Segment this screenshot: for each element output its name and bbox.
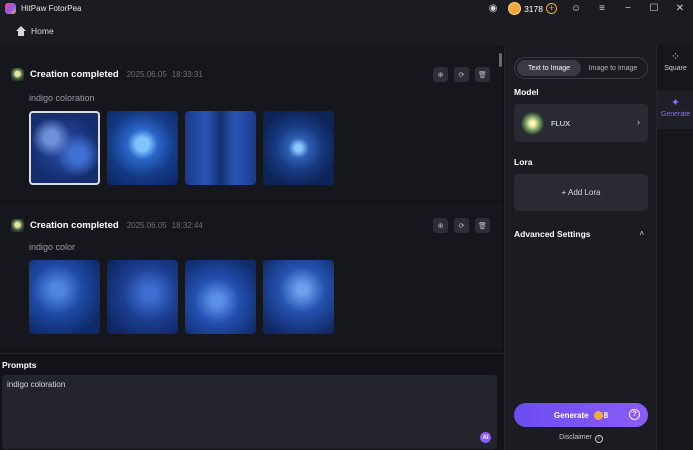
delete-icon[interactable]: 🗑 <box>475 67 490 82</box>
model-thumb-icon <box>11 68 24 81</box>
model-selector[interactable]: FLUX › <box>514 104 648 142</box>
creation-time: 18:33:31 <box>171 70 203 79</box>
generate-label: Generate <box>553 410 589 420</box>
result-image[interactable] <box>263 111 334 185</box>
credits-count: 3178 <box>524 3 543 14</box>
chevron-up-icon[interactable]: ˄ <box>639 229 644 238</box>
result-image[interactable] <box>29 260 100 334</box>
advanced-settings-toggle[interactable]: Advanced Settings <box>514 229 591 239</box>
help-icon[interactable]: ? <box>629 409 640 420</box>
model-label: Model <box>514 87 539 97</box>
rail-item-generate[interactable]: ✦ Generate <box>657 91 693 129</box>
disclaimer-link[interactable]: Disclaimer i <box>505 434 657 443</box>
title-bar: HitPaw FotorPea ◉ 3178 + ☺ ≡ − ☐ ✕ <box>0 0 693 17</box>
model-icon <box>521 111 544 135</box>
close-icon[interactable]: ✕ <box>667 0 693 17</box>
app-title: HitPaw FotorPea <box>21 4 82 13</box>
rail-label-generate: Generate <box>660 111 691 118</box>
creation-time: 18:32:44 <box>171 221 203 230</box>
result-image[interactable] <box>185 260 256 334</box>
creation-feed: Creation completed 2025.06.05 18:33:31 ⊕… <box>0 45 504 350</box>
card-prompt: indigo color <box>29 242 76 252</box>
chevron-right-icon: › <box>637 117 640 127</box>
creation-card: Creation completed 2025.06.05 18:32:44 ⊕… <box>0 202 502 350</box>
result-image[interactable] <box>29 111 100 185</box>
disclaimer-label: Disclaimer <box>559 434 592 441</box>
rail-label-square: Square <box>664 65 687 72</box>
add-credits-icon[interactable]: + <box>546 3 557 14</box>
maximize-icon[interactable]: ☐ <box>641 0 667 17</box>
result-image[interactable] <box>263 260 334 334</box>
mode-toggle: Text to Image Image to Image <box>514 57 648 79</box>
creation-card: Creation completed 2025.06.05 18:33:31 ⊕… <box>0 45 502 200</box>
rail-item-square[interactable]: ⁘ Square <box>657 50 693 82</box>
prompts-label: Prompts <box>2 360 37 370</box>
generate-button[interactable]: Generate 8 ? <box>514 403 648 427</box>
tab-text-to-image[interactable]: Text to Image <box>517 60 581 76</box>
info-icon: i <box>594 435 603 443</box>
regenerate-icon[interactable]: ⟳ <box>454 218 469 233</box>
add-lora-button[interactable]: + Add Lora <box>514 174 648 211</box>
lora-label: Lora <box>514 157 533 167</box>
coin-icon <box>508 2 522 15</box>
menu-icon[interactable]: ≡ <box>589 0 615 17</box>
nav-bar: Home <box>0 17 693 45</box>
ai-assist-icon[interactable]: AI <box>480 432 491 443</box>
creation-date: 2025.06.05 <box>126 70 167 79</box>
prompts-panel: Prompts indigo coloration AI <box>0 353 504 450</box>
home-icon[interactable] <box>16 26 26 36</box>
prompt-input[interactable]: indigo coloration AI <box>2 375 497 449</box>
creation-date: 2025.06.05 <box>126 221 167 230</box>
status-title: Creation completed <box>30 220 119 231</box>
card-prompt: indigo coloration <box>29 93 95 103</box>
credits-display[interactable]: 3178 + <box>508 0 557 17</box>
feed-scrollbar[interactable] <box>499 53 502 67</box>
delete-icon[interactable]: 🗑 <box>475 218 490 233</box>
model-thumb-icon <box>11 219 24 232</box>
settings-panel: Text to Image Image to Image Model FLUX … <box>504 45 656 450</box>
regenerate-icon[interactable]: ⟳ <box>454 67 469 82</box>
coin-icon <box>593 410 603 420</box>
result-image[interactable] <box>107 260 178 334</box>
zoom-icon[interactable]: ⊕ <box>433 218 448 233</box>
square-icon: ⁘ <box>670 51 681 63</box>
result-image[interactable] <box>107 111 178 185</box>
right-rail: ⁘ Square ✦ Generate <box>656 45 693 450</box>
result-image[interactable] <box>185 111 256 185</box>
zoom-icon[interactable]: ⊕ <box>433 67 448 82</box>
app-logo <box>5 3 16 14</box>
home-link[interactable]: Home <box>31 26 54 36</box>
discord-icon[interactable]: ◉ <box>480 0 506 17</box>
user-icon[interactable]: ☺ <box>563 0 589 17</box>
tab-image-to-image[interactable]: Image to Image <box>581 60 645 76</box>
model-name: FLUX <box>551 118 571 128</box>
sparkle-icon: ✦ <box>670 97 681 109</box>
prompt-value: indigo coloration <box>7 380 66 389</box>
minimize-icon[interactable]: − <box>615 0 641 17</box>
status-title: Creation completed <box>30 69 119 80</box>
generate-cost: 8 <box>603 410 609 420</box>
